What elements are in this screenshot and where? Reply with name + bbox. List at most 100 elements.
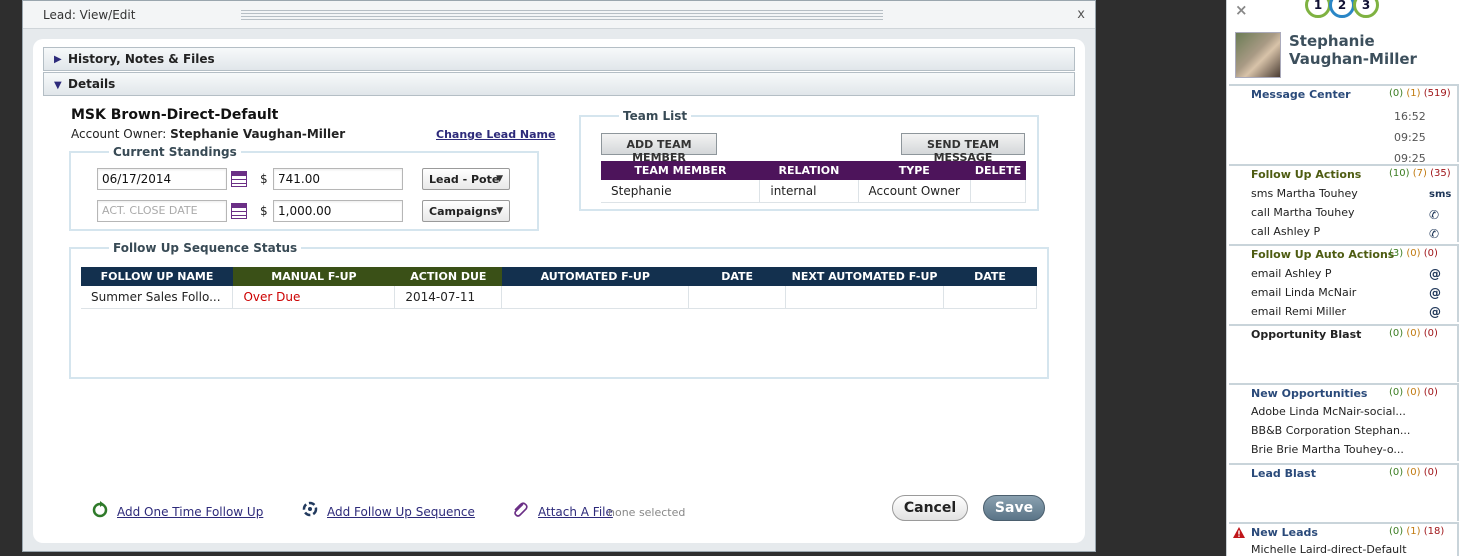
follow-up-actions-title[interactable]: Follow Up Actions (1251, 168, 1361, 181)
estimated-close-date-input[interactable]: 06/17/2014 (97, 168, 227, 190)
count-red[interactable]: (0) (1424, 328, 1438, 339)
amount-input[interactable]: 741.00 (273, 168, 403, 190)
team-list-legend: Team List (623, 109, 688, 123)
add-team-member-button[interactable]: ADD TEAM MEMBER (601, 133, 717, 164)
new-opportunities-section: New Opportunities (0) (0) (0) Adobe Lind… (1229, 383, 1459, 461)
list-item[interactable]: Michelle Laird-direct-Default (1251, 543, 1407, 556)
campaign-select[interactable]: Campaigns ▼ (422, 200, 510, 222)
lead-status-value: Lead - Pote (429, 173, 500, 186)
warning-icon (1233, 527, 1245, 538)
count-orange[interactable]: (0) (1406, 467, 1420, 478)
actual-close-date-input[interactable]: ACT. CLOSE DATE (97, 200, 227, 222)
phone-icon[interactable]: ✆ (1429, 208, 1439, 222)
table-cell: Stephanie (601, 180, 761, 203)
message-center-section: Message Center (0) (1) (519) 16:52 09:25… (1229, 84, 1459, 165)
save-button[interactable]: Save (983, 495, 1045, 521)
amount-input-2[interactable]: 1,000.00 (273, 200, 403, 222)
list-item[interactable]: BB&B Corporation Stephan... (1251, 424, 1410, 437)
logo-digit: 1 (1305, 0, 1331, 18)
count-green[interactable]: (0) (1389, 387, 1403, 398)
titlebar-drag-grip[interactable] (241, 10, 883, 22)
column-header: DATE (688, 267, 786, 286)
calendar-icon[interactable] (231, 171, 247, 187)
count-green[interactable]: (3) (1389, 248, 1403, 259)
new-opportunities-title[interactable]: New Opportunities (1251, 387, 1367, 400)
column-header: FOLLOW UP NAME (81, 267, 233, 286)
list-item[interactable]: sms Martha Touhey (1251, 187, 1358, 200)
add-follow-up-sequence-link[interactable]: Add Follow Up Sequence (327, 505, 475, 519)
table-row[interactable]: Summer Sales Follo... Over Due 2014-07-1… (81, 286, 1037, 309)
count-red[interactable]: (35) (1430, 168, 1451, 179)
column-header: RELATION (759, 161, 859, 180)
table-cell: Summer Sales Follo... (81, 286, 234, 309)
count-orange[interactable]: (7) (1413, 168, 1427, 179)
opportunity-blast-title[interactable]: Opportunity Blast (1251, 328, 1361, 341)
attachment-status: none selected (608, 506, 686, 519)
email-icon[interactable]: @ (1429, 305, 1441, 319)
count-red[interactable]: (519) (1424, 88, 1451, 99)
message-time: 16:52 (1394, 110, 1426, 123)
follow-up-actions-counts: (10) (7) (35) (1389, 168, 1459, 179)
calendar-icon[interactable] (231, 203, 247, 219)
logo-digit: 3 (1353, 0, 1379, 18)
app-logo: 1 2 3 (1305, 0, 1379, 20)
count-orange[interactable]: (0) (1406, 248, 1420, 259)
list-item[interactable]: email Remi Miller (1251, 305, 1346, 318)
table-cell (501, 286, 690, 309)
table-header-row: TEAM MEMBER RELATION TYPE DELETE (601, 161, 1026, 180)
count-orange[interactable]: (1) (1406, 526, 1420, 537)
email-icon[interactable]: @ (1429, 286, 1441, 300)
table-cell: Account Owner (858, 180, 972, 203)
avatar[interactable] (1235, 32, 1281, 78)
table-row[interactable]: Stephanie internal Account Owner (601, 180, 1026, 203)
count-red[interactable]: (18) (1424, 526, 1445, 537)
email-icon[interactable]: @ (1429, 267, 1441, 281)
sms-icon[interactable]: sms (1429, 189, 1451, 200)
count-red[interactable]: (0) (1424, 467, 1438, 478)
attach-file-link[interactable]: Attach A File (538, 505, 613, 519)
paperclip-icon[interactable] (511, 500, 529, 518)
new-opportunities-counts: (0) (0) (0) (1389, 387, 1459, 398)
delete-cell[interactable] (970, 180, 1026, 203)
list-item[interactable]: call Ashley P (1251, 225, 1320, 238)
lead-status-select[interactable]: Lead - Pote ▼ (422, 168, 510, 190)
close-icon[interactable]: × (1235, 1, 1248, 19)
cancel-button[interactable]: Cancel (892, 495, 968, 521)
count-green[interactable]: (0) (1389, 526, 1403, 537)
add-one-time-follow-up-link[interactable]: Add One Time Follow Up (117, 505, 263, 519)
details-section-header[interactable]: ▼ Details (43, 72, 1075, 96)
list-item[interactable]: call Martha Touhey (1251, 206, 1354, 219)
phone-icon[interactable]: ✆ (1429, 227, 1439, 241)
dialog-titlebar[interactable]: Lead: View/Edit x (23, 1, 1095, 29)
lead-blast-title[interactable]: Lead Blast (1251, 467, 1316, 480)
dialog-body: ▶ History, Notes & Files ▼ Details MSK B… (33, 39, 1085, 543)
new-leads-counts: (0) (1) (18) (1389, 526, 1459, 537)
right-panel: × 1 2 3 Stephanie Vaughan-Miller Message… (1226, 0, 1460, 556)
count-red[interactable]: (0) (1424, 387, 1438, 398)
list-item[interactable]: Adobe Linda McNair-social... (1251, 405, 1406, 418)
history-section-label: History, Notes & Files (68, 52, 215, 66)
follow-up-auto-actions-title[interactable]: Follow Up Auto Actions (1251, 248, 1394, 261)
count-orange[interactable]: (0) (1406, 328, 1420, 339)
refresh-icon[interactable] (91, 500, 109, 518)
change-lead-name-link[interactable]: Change Lead Name (436, 128, 555, 141)
send-team-message-button[interactable]: SEND TEAM MESSAGE (901, 133, 1025, 164)
count-green[interactable]: (0) (1389, 88, 1403, 99)
lead-blast-counts: (0) (0) (0) (1389, 467, 1459, 478)
count-orange[interactable]: (1) (1406, 88, 1420, 99)
list-item[interactable]: email Linda McNair (1251, 286, 1356, 299)
sequence-icon[interactable] (301, 500, 319, 518)
dialog-close-button[interactable]: x (1077, 7, 1085, 22)
list-item[interactable]: email Ashley P (1251, 267, 1332, 280)
history-section-header[interactable]: ▶ History, Notes & Files (43, 47, 1075, 71)
count-green[interactable]: (0) (1389, 467, 1403, 478)
count-red[interactable]: (0) (1424, 248, 1438, 259)
count-green[interactable]: (0) (1389, 328, 1403, 339)
new-leads-title[interactable]: New Leads (1251, 526, 1318, 539)
expanded-arrow-icon: ▼ (54, 80, 62, 91)
list-item[interactable]: Brie Brie Martha Touhey-o... (1251, 443, 1404, 456)
column-header: MANUAL F-UP (232, 267, 395, 286)
message-center-title[interactable]: Message Center (1251, 88, 1351, 101)
count-green[interactable]: (10) (1389, 168, 1410, 179)
count-orange[interactable]: (0) (1406, 387, 1420, 398)
